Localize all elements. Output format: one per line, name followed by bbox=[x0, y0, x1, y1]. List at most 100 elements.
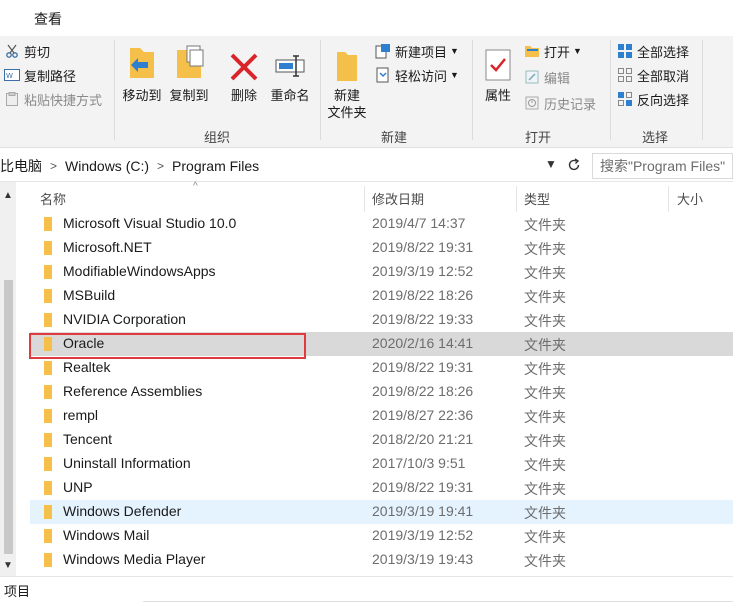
select-all-button[interactable]: 全部选择 bbox=[617, 40, 689, 62]
column-header-type[interactable]: 类型 bbox=[524, 182, 550, 214]
invert-selection-button[interactable]: 反向选择 bbox=[617, 88, 689, 110]
rename-button[interactable]: 重命名 bbox=[266, 40, 314, 104]
column-header-modified[interactable]: 修改日期 bbox=[372, 182, 424, 214]
paste-shortcut-label: 粘贴快捷方式 bbox=[24, 92, 103, 108]
select-none-label: 全部取消 bbox=[637, 68, 690, 84]
new-item-button[interactable]: 新建项目 ▼ bbox=[375, 40, 459, 62]
file-row[interactable]: UNP 2019/8/22 19:31 文件夹 bbox=[30, 476, 733, 500]
file-row[interactable]: Reference Assemblies 2019/8/22 18:26 文件夹 bbox=[30, 380, 733, 404]
file-row[interactable]: Realtek 2019/8/22 19:31 文件夹 bbox=[30, 356, 733, 380]
status-divider bbox=[143, 601, 733, 602]
group-separator bbox=[610, 40, 611, 140]
history-label: 历史记录 bbox=[544, 96, 597, 112]
file-name: Reference Assemblies bbox=[63, 383, 203, 399]
new-group-label: 新建 bbox=[380, 130, 407, 145]
breadcrumb-item[interactable]: 比电脑 bbox=[0, 156, 42, 176]
file-row[interactable]: Microsoft Visual Studio 10.0 2019/4/7 14:… bbox=[30, 212, 733, 236]
new-folder-label-line1: 新建 bbox=[333, 88, 360, 103]
group-separator bbox=[472, 40, 473, 140]
search-input[interactable]: 搜索"Program Files" bbox=[592, 153, 733, 179]
file-modified-date: 2019/8/22 19:33 bbox=[372, 311, 474, 327]
column-divider[interactable] bbox=[364, 186, 365, 212]
file-type: 文件夹 bbox=[524, 553, 566, 569]
file-modified-date: 2019/8/27 22:36 bbox=[372, 407, 474, 423]
history-button[interactable]: 历史记录 bbox=[524, 92, 596, 114]
file-row[interactable]: Oracle 2020/2/16 14:41 文件夹 bbox=[30, 332, 733, 356]
select-none-button[interactable]: 全部取消 bbox=[617, 64, 689, 86]
copy-path-button[interactable]: W 复制路径 bbox=[4, 64, 76, 86]
file-modified-date: 2019/8/22 19:31 bbox=[372, 359, 474, 375]
paste-shortcut-button[interactable]: 粘贴快捷方式 bbox=[4, 88, 102, 110]
file-row[interactable]: MSBuild 2019/8/22 18:26 文件夹 bbox=[30, 284, 733, 308]
file-row[interactable]: Windows Defender 2019/3/19 19:41 文件夹 bbox=[30, 500, 733, 524]
new-folder-icon bbox=[324, 40, 370, 82]
scroll-up-icon[interactable]: ▲ bbox=[3, 190, 13, 201]
address-history-dropdown-icon[interactable]: ▼ bbox=[545, 157, 557, 171]
breadcrumb-chevron-icon[interactable]: > bbox=[157, 159, 164, 173]
file-type: 文件夹 bbox=[524, 313, 566, 329]
breadcrumb-chevron-icon[interactable]: > bbox=[50, 159, 57, 173]
file-type: 文件夹 bbox=[524, 409, 566, 425]
scroll-down-icon[interactable]: ▼ bbox=[3, 560, 13, 571]
copy-to-button[interactable]: 复制到 bbox=[166, 40, 212, 104]
folder-icon bbox=[44, 505, 52, 519]
delete-label: 删除 bbox=[230, 88, 257, 103]
file-row[interactable]: Tencent 2018/2/20 21:21 文件夹 bbox=[30, 428, 733, 452]
file-row[interactable]: rempl 2019/8/27 22:36 文件夹 bbox=[30, 404, 733, 428]
file-name: Microsoft.NET bbox=[63, 239, 152, 255]
open-button[interactable]: 打开 ▼ bbox=[524, 40, 582, 62]
column-divider[interactable] bbox=[668, 186, 669, 212]
file-row[interactable]: Windows Media Player 2019/3/19 19:43 文件夹 bbox=[30, 548, 733, 572]
cut-label: 剪切 bbox=[24, 44, 51, 60]
folder-icon bbox=[44, 313, 52, 327]
organize-group-label: 组织 bbox=[203, 130, 230, 145]
ribbon-tab-bar: 查看 bbox=[0, 0, 733, 36]
new-folder-button[interactable]: 新建 文件夹 bbox=[324, 40, 370, 121]
copy-path-icon: W bbox=[4, 67, 20, 83]
open-dropdown-icon: ▼ bbox=[573, 46, 582, 56]
file-list: ▲ ▼ ^ 名称 修改日期 类型 大小 Microsoft Visual Stu… bbox=[0, 181, 733, 576]
column-header-size[interactable]: 大小 bbox=[677, 182, 703, 214]
file-row[interactable]: Microsoft.NET 2019/8/22 19:31 文件夹 bbox=[30, 236, 733, 260]
edit-button[interactable]: 编辑 bbox=[524, 66, 570, 88]
file-name: Windows Media Player bbox=[63, 551, 206, 567]
file-name: ModifiableWindowsApps bbox=[63, 263, 216, 279]
vertical-scrollbar[interactable]: ▲ ▼ bbox=[0, 182, 16, 576]
file-row[interactable]: NVIDIA Corporation 2019/8/22 19:33 文件夹 bbox=[30, 308, 733, 332]
file-type: 文件夹 bbox=[524, 505, 566, 521]
file-row[interactable]: Windows Mail 2019/3/19 12:52 文件夹 bbox=[30, 524, 733, 548]
file-type: 文件夹 bbox=[524, 241, 566, 257]
file-type: 文件夹 bbox=[524, 481, 566, 497]
easy-access-button[interactable]: 轻松访问 ▼ bbox=[375, 64, 459, 86]
breadcrumb[interactable]: 比电脑 > Windows (C:) > Program Files bbox=[0, 153, 583, 179]
edit-label: 编辑 bbox=[544, 70, 571, 86]
move-to-button[interactable]: 移动到 bbox=[120, 40, 164, 104]
select-all-label: 全部选择 bbox=[637, 44, 690, 60]
paste-shortcut-icon bbox=[4, 91, 20, 107]
copy-to-icon bbox=[166, 40, 212, 82]
file-type: 文件夹 bbox=[524, 289, 566, 305]
delete-button[interactable]: 删除 bbox=[224, 40, 264, 104]
file-row[interactable]: Uninstall Information 2017/10/3 9:51 文件夹 bbox=[30, 452, 733, 476]
refresh-icon[interactable] bbox=[564, 154, 584, 176]
breadcrumb-item[interactable]: Windows (C:) bbox=[65, 158, 149, 174]
file-modified-date: 2018/2/20 21:21 bbox=[372, 431, 474, 447]
easy-access-dropdown-icon: ▼ bbox=[450, 70, 459, 80]
status-bar: 项目 bbox=[0, 576, 733, 605]
scroll-thumb[interactable] bbox=[4, 280, 13, 554]
cut-button[interactable]: 剪切 bbox=[4, 40, 50, 62]
properties-button[interactable]: 属性 bbox=[476, 40, 520, 104]
file-name: NVIDIA Corporation bbox=[63, 311, 186, 327]
file-modified-date: 2019/8/22 19:31 bbox=[372, 239, 474, 255]
breadcrumb-item[interactable]: Program Files bbox=[172, 158, 259, 174]
file-type: 文件夹 bbox=[524, 433, 566, 449]
column-header-name[interactable]: 名称 bbox=[40, 182, 66, 214]
column-divider[interactable] bbox=[516, 186, 517, 212]
folder-icon bbox=[44, 385, 52, 399]
edit-icon bbox=[524, 69, 540, 85]
file-row[interactable]: ModifiableWindowsApps 2019/3/19 12:52 文件夹 bbox=[30, 260, 733, 284]
tab-view[interactable]: 查看 bbox=[34, 9, 62, 29]
new-folder-label-line2: 文件夹 bbox=[327, 105, 367, 120]
scissors-icon bbox=[4, 43, 20, 59]
move-to-icon bbox=[120, 40, 164, 82]
